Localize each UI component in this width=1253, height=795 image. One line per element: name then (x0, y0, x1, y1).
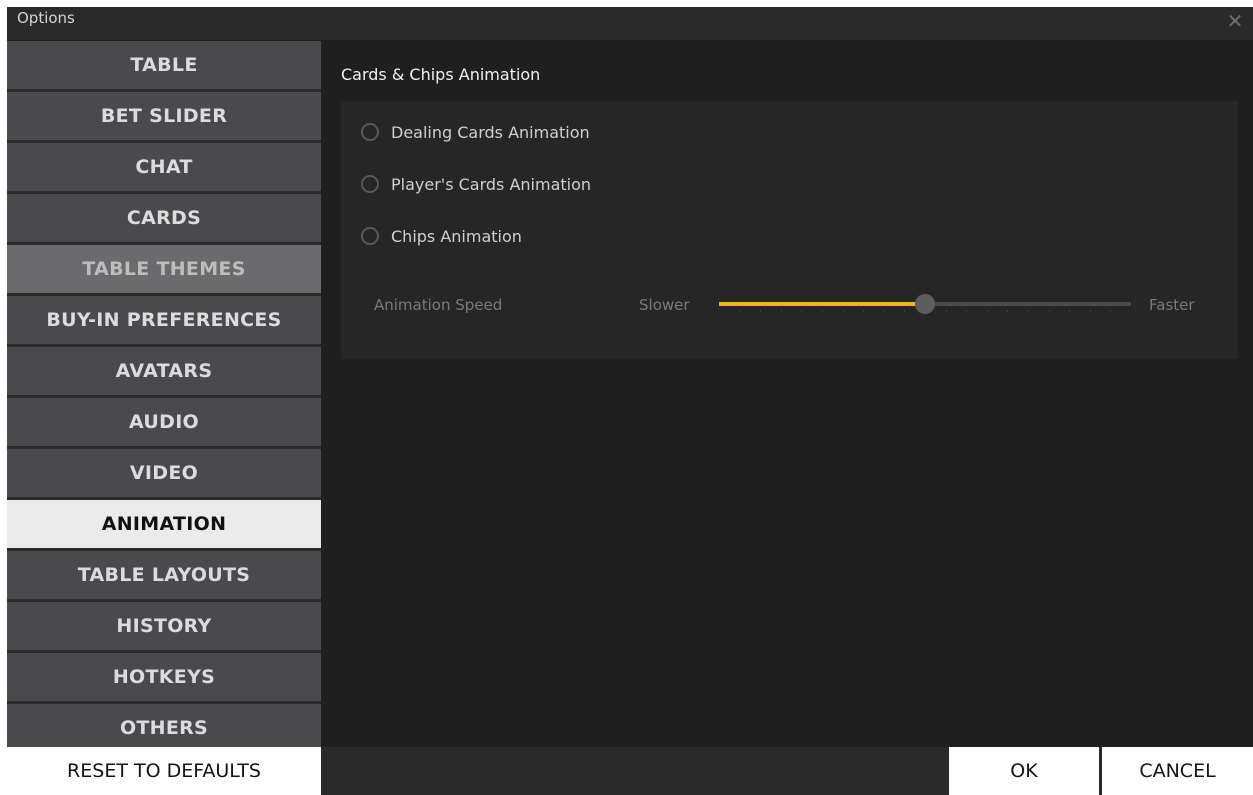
option-label: Dealing Cards Animation (391, 122, 590, 142)
sidebar-item-cards[interactable]: CARDS (7, 194, 321, 242)
option-players-cards[interactable]: Player's Cards Animation (361, 170, 591, 198)
radio-button[interactable] (361, 175, 379, 193)
cancel-button[interactable]: CANCEL (1102, 747, 1253, 795)
option-dealing-cards[interactable]: Dealing Cards Animation (361, 118, 590, 146)
slider-tick (740, 310, 741, 312)
slider-tick (1090, 310, 1091, 312)
slider-tick (801, 310, 802, 312)
title-bar: Options ✕ (7, 7, 1253, 40)
slider-tick (1028, 310, 1029, 312)
slider-tick (904, 310, 905, 312)
footer-bar: RESET TO DEFAULTS OK CANCEL (7, 747, 1253, 795)
option-chips[interactable]: Chips Animation (361, 222, 522, 250)
slider-tick (1110, 310, 1111, 312)
slider-tick (987, 310, 988, 312)
slider-tick (843, 310, 844, 312)
footer-spacer (321, 747, 949, 795)
slider-min-label: Slower (639, 296, 690, 314)
window-title: Options (17, 9, 75, 27)
slider-fill (719, 302, 925, 306)
slider-tick (760, 310, 761, 312)
slider-tick (1007, 310, 1008, 312)
reset-to-defaults-button[interactable]: RESET TO DEFAULTS (7, 747, 321, 795)
sidebar-item-video[interactable]: VIDEO (7, 449, 321, 497)
options-window: Options ✕ TABLE BET SLIDER CHAT CARDS TA… (7, 7, 1253, 795)
close-icon[interactable]: ✕ (1223, 9, 1247, 33)
sidebar-item-audio[interactable]: AUDIO (7, 398, 321, 446)
sidebar-item-others[interactable]: OTHERS (7, 704, 321, 752)
animation-speed-slider[interactable] (719, 294, 1131, 314)
radio-button[interactable] (361, 123, 379, 141)
sidebar: TABLE BET SLIDER CHAT CARDS TABLE THEMES… (7, 41, 321, 752)
slider-tick (1069, 310, 1070, 312)
option-label: Chips Animation (391, 226, 522, 246)
animation-panel: Dealing Cards Animation Player's Cards A… (341, 101, 1238, 359)
ok-button[interactable]: OK (949, 747, 1099, 795)
sidebar-item-history[interactable]: HISTORY (7, 602, 321, 650)
sidebar-item-bet-slider[interactable]: BET SLIDER (7, 92, 321, 140)
animation-speed-label: Animation Speed (374, 296, 503, 314)
sidebar-item-hotkeys[interactable]: HOTKEYS (7, 653, 321, 701)
slider-tick (822, 310, 823, 312)
slider-thumb[interactable] (915, 294, 935, 314)
sidebar-item-animation[interactable]: ANIMATION (7, 500, 321, 548)
slider-tick (946, 310, 947, 312)
radio-button[interactable] (361, 227, 379, 245)
sidebar-item-table-themes[interactable]: TABLE THEMES (7, 245, 321, 293)
sidebar-item-buy-in-preferences[interactable]: BUY-IN PREFERENCES (7, 296, 321, 344)
sidebar-item-table-layouts[interactable]: TABLE LAYOUTS (7, 551, 321, 599)
slider-tick (863, 310, 864, 312)
slider-max-label: Faster (1149, 296, 1195, 314)
sidebar-item-chat[interactable]: CHAT (7, 143, 321, 191)
content-area: Cards & Chips Animation Dealing Cards An… (321, 41, 1253, 747)
sidebar-item-table[interactable]: TABLE (7, 41, 321, 89)
sidebar-item-avatars[interactable]: AVATARS (7, 347, 321, 395)
section-title: Cards & Chips Animation (341, 65, 541, 84)
option-label: Player's Cards Animation (391, 174, 592, 194)
slider-tick (781, 310, 782, 312)
slider-tick (884, 310, 885, 312)
slider-tick (966, 310, 967, 312)
slider-tick (1049, 310, 1050, 312)
